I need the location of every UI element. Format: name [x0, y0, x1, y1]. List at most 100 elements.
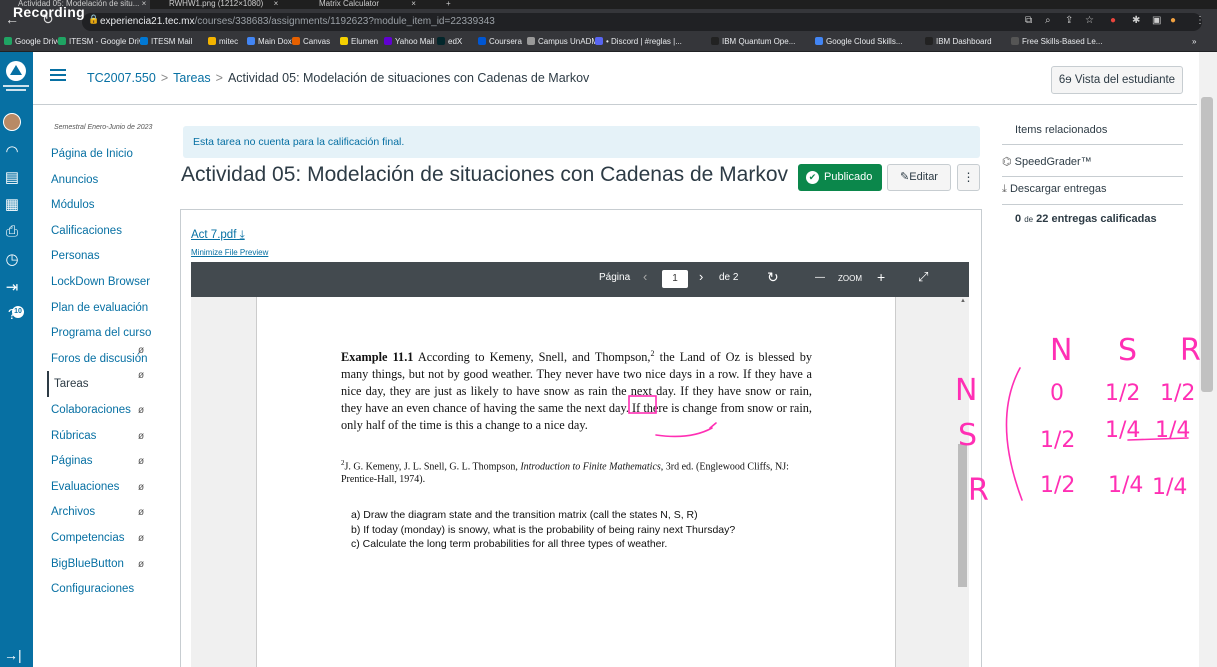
sidebar-item-4[interactable]: Personas	[51, 250, 100, 262]
bookmark-item[interactable]: edX	[437, 37, 462, 46]
bookmark-item[interactable]: • Discord | #reglas |...	[595, 37, 682, 46]
bookmark-item[interactable]: Canvas	[292, 37, 330, 46]
prev-page-icon[interactable]: ‹	[643, 269, 647, 284]
sidebar-item-17[interactable]: Configuraciones	[51, 583, 134, 595]
sidebar-item-11[interactable]: Rúbricas	[51, 430, 96, 442]
bookmark-item[interactable]: ITESM Mail	[140, 37, 192, 46]
sidebar-item-9[interactable]: Tareas	[54, 378, 89, 390]
browser-tab-matrix[interactable]: Matrix Calculator ×	[305, 0, 440, 9]
bookmark-item[interactable]: Coursera	[478, 37, 522, 46]
rotate-icon[interactable]: ↻	[767, 269, 779, 286]
sidebar-item-13[interactable]: Evaluaciones	[51, 481, 119, 493]
header-divider	[33, 104, 1197, 105]
published-button[interactable]: ✔ Publicado	[798, 164, 882, 191]
bookmark-item[interactable]: Google Cloud Skills...	[815, 37, 902, 46]
sidebar-item-8[interactable]: Foros de discusión	[51, 353, 148, 365]
sidebar-item-14[interactable]: Archivos	[51, 506, 95, 518]
install-icon[interactable]: ⇪	[1065, 15, 1073, 26]
bookmark-item[interactable]: IBM Dashboard	[925, 37, 992, 46]
bookmark-item[interactable]: Campus UnADM	[527, 37, 598, 46]
ink-stroke	[1127, 437, 1189, 441]
courses-icon[interactable]: ▤	[2, 168, 22, 188]
collapse-nav-icon[interactable]: →|	[4, 647, 22, 663]
sidebar-item-6[interactable]: Plan de evaluación	[51, 302, 148, 314]
sidepanel-icon[interactable]: ▣	[1152, 15, 1161, 26]
sidebar-item-7[interactable]: Programa del curso	[51, 327, 151, 339]
browser-menu-icon[interactable]: ⋮	[1195, 15, 1205, 26]
next-page-icon[interactable]: ›	[699, 269, 703, 284]
total-pages: de 2	[719, 272, 739, 283]
bookmark-label: Main Dox	[258, 37, 292, 46]
bookmark-item[interactable]: Main Dox	[247, 37, 292, 46]
sidebar-item-1[interactable]: Anuncios	[51, 174, 98, 186]
bookmark-label: ITESM - Google Drive	[69, 37, 148, 46]
sidebar-item-3[interactable]: Calificaciones	[51, 225, 122, 237]
bookmark-label: Google Drive	[15, 37, 62, 46]
more-options-button[interactable]: ⋮	[957, 164, 980, 191]
sidebar-item-15[interactable]: Competencias	[51, 532, 125, 544]
bookmark-item[interactable]: IBM Quantum Ope...	[711, 37, 795, 46]
lock-icon: 🔒	[88, 14, 100, 24]
tec-logo-icon[interactable]	[1, 58, 31, 96]
edit-button[interactable]: ✎Editar	[887, 164, 951, 191]
course-menu-toggle[interactable]	[50, 69, 66, 81]
bookmark-star-icon[interactable]: ☆	[1085, 15, 1094, 26]
sidebar-item-10[interactable]: Colaboraciones	[51, 404, 131, 416]
tab-close-icon[interactable]: ×	[411, 0, 416, 8]
zoom-icon[interactable]: ⌕	[1045, 15, 1051, 26]
download-icon[interactable]: ⤓	[240, 229, 245, 241]
history-icon[interactable]: ◷	[2, 250, 22, 270]
footnote-ref: 2	[650, 349, 655, 358]
browser-tab-image[interactable]: RWHW1.png (1212×1080) ×	[155, 0, 300, 9]
hidden-eye-icon: ø	[138, 482, 145, 493]
extension-icon[interactable]: ●	[1110, 15, 1116, 26]
calendar-icon[interactable]: ▦	[2, 195, 22, 215]
dashboard-icon[interactable]: ◠	[2, 142, 22, 162]
bookmarks-more[interactable]: »	[1192, 37, 1196, 46]
tab-label: RWHW1.png (1212×1080)	[169, 0, 264, 8]
window-scrollbar-thumb[interactable]	[1201, 97, 1213, 392]
fullscreen-icon[interactable]: ⤢	[918, 269, 928, 285]
bookmark-favicon-icon	[208, 37, 216, 45]
avatar[interactable]	[3, 113, 21, 131]
download-submissions-link[interactable]: ⤓ Descargar entregas	[1002, 183, 1107, 196]
url-text[interactable]: experiencia21.tec.mx/courses/338683/assi…	[100, 16, 495, 27]
bookmark-item[interactable]: Elumen	[340, 37, 378, 46]
bookmark-label: IBM Quantum Ope...	[722, 37, 796, 46]
breadcrumb-tareas[interactable]: Tareas	[173, 71, 211, 85]
new-tab-button[interactable]: +	[446, 0, 458, 9]
pdf-scrollbar[interactable]	[958, 444, 967, 587]
tab-close-icon[interactable]: ×	[274, 0, 279, 8]
share-icon[interactable]: ⧉	[1025, 15, 1032, 26]
sidebar-item-2[interactable]: Módulos	[51, 199, 94, 211]
sidebar-item-12[interactable]: Páginas	[51, 455, 93, 467]
bookmark-item[interactable]: Free Skills-Based Le...	[1011, 37, 1102, 46]
minimize-preview-link[interactable]: Minimize File Preview	[191, 248, 268, 257]
sidebar-item-0[interactable]: Página de Inicio	[51, 148, 133, 160]
bookmark-item[interactable]: ITESM - Google Drive	[58, 37, 147, 46]
bookmark-item[interactable]: Yahoo Mail	[384, 37, 434, 46]
bookmark-item[interactable]: mitec	[208, 37, 238, 46]
student-view-button[interactable]: 6ɘ Vista del estudiante	[1051, 66, 1183, 94]
profile-avatar-icon[interactable]: ●	[1170, 15, 1176, 26]
inbox-icon[interactable]: ⎙	[2, 222, 22, 242]
bookmark-favicon-icon	[384, 37, 392, 45]
matrix-cell: 1/2	[1040, 473, 1075, 498]
zoom-out-button[interactable]: —	[815, 272, 825, 283]
bookmark-label: Google Cloud Skills...	[826, 37, 903, 46]
sidebar-item-16[interactable]: BigBlueButton	[51, 558, 124, 570]
ungraded-notice: Esta tarea no cuenta para la calificació…	[183, 126, 980, 158]
page-number-input[interactable]: 1	[662, 270, 688, 288]
sidebar-divider	[1002, 176, 1183, 177]
file-download-link[interactable]: Act 7.pdf ⤓	[191, 229, 245, 242]
tab-close-icon[interactable]: ×	[142, 0, 147, 8]
extensions-puzzle-icon[interactable]: ✱	[1132, 15, 1140, 26]
bookmark-item[interactable]: Google Drive	[4, 37, 62, 46]
commons-icon[interactable]: ⇥	[2, 278, 22, 298]
pdf-scroll-up-icon[interactable]: ▲	[960, 298, 966, 304]
zoom-in-button[interactable]: +	[877, 269, 885, 285]
breadcrumb-course[interactable]: TC2007.550	[87, 71, 156, 85]
graded-count: 0 de 22 entregas calificadas	[1015, 213, 1157, 225]
sidebar-item-5[interactable]: LockDown Browser	[51, 276, 150, 288]
speedgrader-link[interactable]: ⌬ SpeedGrader™	[1002, 155, 1092, 168]
